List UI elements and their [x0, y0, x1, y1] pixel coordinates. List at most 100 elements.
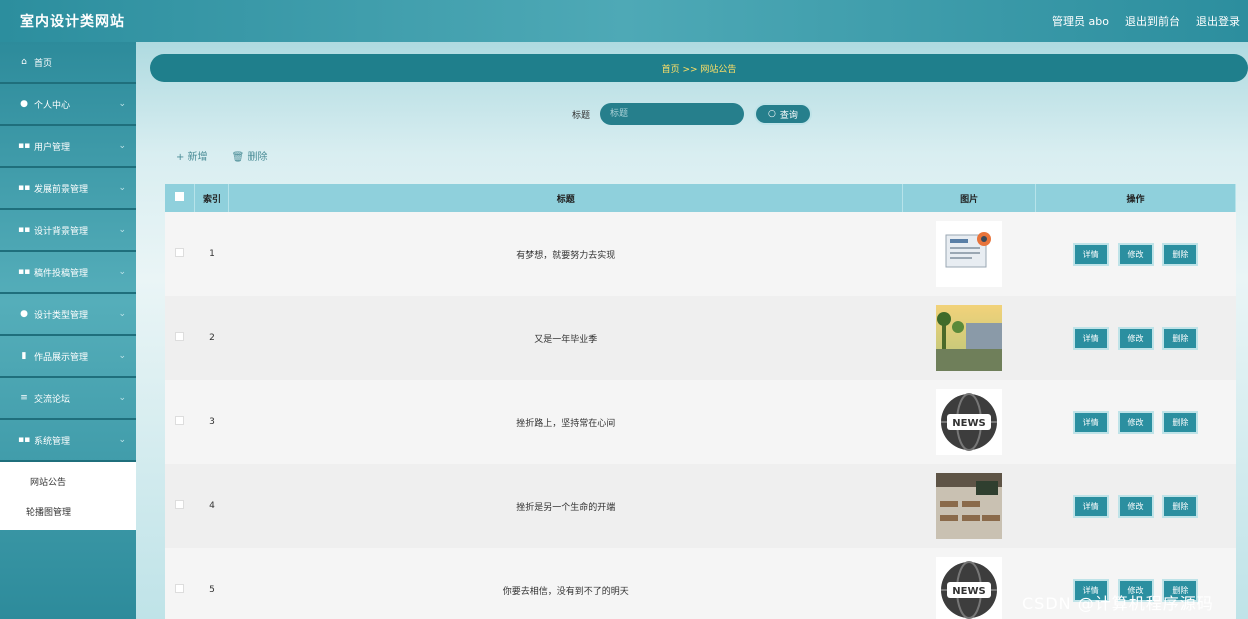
row-delete-button[interactable]: 删除 — [1162, 326, 1199, 350]
edit-button[interactable]: 修改 — [1117, 242, 1154, 266]
row-image-cell: NEWS — [902, 380, 1036, 464]
top-navbar: 室内设计类网站 管理员 abo 退出到前台 退出登录 — [0, 0, 1248, 42]
sidebar-item-submissions[interactable]: ▪▪ 稿件投稿管理 ⌄ — [0, 252, 136, 294]
sidebar-item-background[interactable]: ▪▪ 设计背景管理 ⌄ — [0, 210, 136, 252]
breadcrumb: 首页 >> 网站公告 — [150, 54, 1248, 82]
logout-link[interactable]: 退出登录 — [1196, 13, 1240, 29]
row-select-cell[interactable] — [165, 296, 195, 380]
back-to-frontend-link[interactable]: 退出到前台 — [1125, 13, 1180, 29]
row-checkbox[interactable] — [175, 416, 185, 425]
row-image-cell — [902, 212, 1036, 296]
select-all-checkbox[interactable] — [175, 192, 185, 201]
row-actions: 详情 修改 删除 — [1035, 380, 1236, 464]
row-select-cell[interactable] — [165, 212, 195, 296]
sidebar-item-design-types[interactable]: ● 设计类型管理 ⌄ — [0, 294, 136, 336]
row-select-cell[interactable] — [165, 380, 195, 464]
delete-button[interactable]: 🗑 删除 — [232, 148, 268, 163]
sidebar-item-system[interactable]: ▪▪ 系统管理 ⌄ — [0, 420, 136, 462]
row-checkbox[interactable] — [175, 332, 185, 341]
classroom-photo-thumbnail — [936, 473, 1003, 539]
detail-button[interactable]: 详情 — [1072, 410, 1109, 434]
grid-icon: ▪▪ — [18, 225, 31, 235]
action-bar: + 新增 🗑 删除 — [176, 148, 267, 163]
search-label: 标题 — [572, 110, 591, 121]
row-delete-button[interactable]: 删除 — [1162, 242, 1199, 266]
chevron-down-icon: ⌄ — [118, 267, 126, 277]
table-row: 3 挫折路上，坚持常在心间 NEWS 详情 修改 删除 — [165, 380, 1236, 464]
search-button-label: 查询 — [779, 110, 798, 121]
watermark: CSDN @计算机程序源码 — [1022, 594, 1214, 613]
list-icon: ≡ — [20, 393, 28, 403]
sidebar-item-forum[interactable]: ≡ 交流论坛 ⌄ — [0, 378, 136, 420]
sidebar-item-home[interactable]: ⌂ 首页 — [0, 42, 136, 84]
row-select-cell[interactable] — [165, 464, 195, 548]
chevron-down-icon: ⌄ — [118, 351, 126, 361]
user-icon: ● — [20, 99, 28, 109]
column-header-title: 标题 — [228, 184, 904, 212]
submenu-item-carousel[interactable]: 轮播图管理 — [0, 496, 136, 526]
sidebar-item-works[interactable]: ▮ 作品展示管理 ⌄ — [0, 336, 136, 378]
site-title: 室内设计类网站 — [20, 14, 125, 30]
home-icon: ⌂ — [21, 57, 27, 67]
row-title: 又是一年毕业季 — [228, 296, 903, 380]
sidebar-item-personal[interactable]: ● 个人中心 ⌄ — [0, 84, 136, 126]
grid-icon: ▪▪ — [18, 267, 31, 277]
row-image-cell: NEWS — [902, 548, 1036, 619]
row-actions: 详情 修改 删除 — [1035, 212, 1236, 296]
sidebar-item-label: 设计类型管理 — [34, 310, 89, 321]
edit-button[interactable]: 修改 — [1117, 410, 1154, 434]
chevron-down-icon: ⌄ — [118, 393, 126, 403]
sidebar-item-label: 作品展示管理 — [34, 352, 89, 363]
row-actions: 详情 修改 删除 — [1035, 464, 1236, 548]
chevron-down-icon: ⌄ — [118, 141, 126, 151]
detail-button[interactable]: 详情 — [1072, 242, 1109, 266]
chevron-down-icon: ⌄ — [118, 183, 126, 193]
table-row: 1 有梦想，就要努力去实现 详情 修改 删除 — [165, 212, 1236, 296]
row-image-cell — [902, 464, 1036, 548]
bulb-icon: ● — [20, 309, 28, 319]
grid-icon: ▪▪ — [18, 435, 31, 445]
table-row: 4 挫折是另一个生命的开端 详情 修改 删除 — [165, 464, 1236, 548]
table-header-row: 索引 标题 图片 操作 — [165, 184, 1236, 212]
row-checkbox[interactable] — [175, 500, 185, 509]
search-button[interactable]: ○ 查询 — [754, 103, 812, 125]
grid-icon: ▪▪ — [18, 141, 31, 151]
trash-icon: 🗑 — [231, 152, 245, 163]
news-globe-thumbnail: NEWS — [936, 557, 1003, 619]
row-title: 有梦想，就要努力去实现 — [228, 212, 903, 296]
sidebar-item-users[interactable]: ▪▪ 用户管理 ⌄ — [0, 126, 136, 168]
sidebar: ⌂ 首页 ● 个人中心 ⌄ ▪▪ 用户管理 ⌄ ▪▪ 发展前景管理 ⌄ ▪▪ 设… — [0, 42, 136, 619]
submenu-item-announcements[interactable]: 网站公告 — [0, 466, 136, 496]
svg-text:NEWS: NEWS — [952, 586, 985, 597]
sidebar-item-label: 交流论坛 — [34, 394, 71, 405]
grid-icon: ▪▪ — [18, 183, 31, 193]
row-actions: 详情 修改 删除 — [1035, 296, 1236, 380]
chevron-down-icon: ⌄ — [118, 225, 126, 235]
add-button[interactable]: + 新增 — [176, 148, 208, 163]
sidebar-item-label: 用户管理 — [34, 142, 71, 153]
column-header-image: 图片 — [902, 184, 1037, 212]
row-index: 2 — [194, 296, 229, 380]
chevron-down-icon: ⌄ — [118, 435, 126, 445]
detail-button[interactable]: 详情 — [1072, 494, 1109, 518]
chevron-down-icon: ⌄ — [118, 99, 126, 109]
row-delete-button[interactable]: 删除 — [1162, 494, 1199, 518]
sidebar-item-label: 发展前景管理 — [34, 184, 89, 195]
row-select-cell[interactable] — [165, 548, 195, 619]
row-index: 3 — [194, 380, 229, 464]
chevron-down-icon: ⌄ — [118, 309, 126, 319]
sidebar-item-prospects[interactable]: ▪▪ 发展前景管理 ⌄ — [0, 168, 136, 210]
search-input[interactable] — [600, 103, 745, 125]
edit-button[interactable]: 修改 — [1117, 494, 1154, 518]
row-checkbox[interactable] — [175, 584, 185, 593]
detail-button[interactable]: 详情 — [1072, 326, 1109, 350]
campus-photo-thumbnail — [936, 305, 1003, 371]
row-delete-button[interactable]: 删除 — [1162, 410, 1199, 434]
row-checkbox[interactable] — [175, 248, 185, 257]
edit-button[interactable]: 修改 — [1117, 326, 1154, 350]
news-paper-thumbnail — [936, 221, 1003, 287]
system-submenu: 网站公告 轮播图管理 — [0, 462, 136, 530]
search-icon: ○ — [768, 109, 776, 119]
sidebar-item-label: 设计背景管理 — [34, 226, 89, 237]
select-all-cell[interactable] — [165, 184, 196, 212]
